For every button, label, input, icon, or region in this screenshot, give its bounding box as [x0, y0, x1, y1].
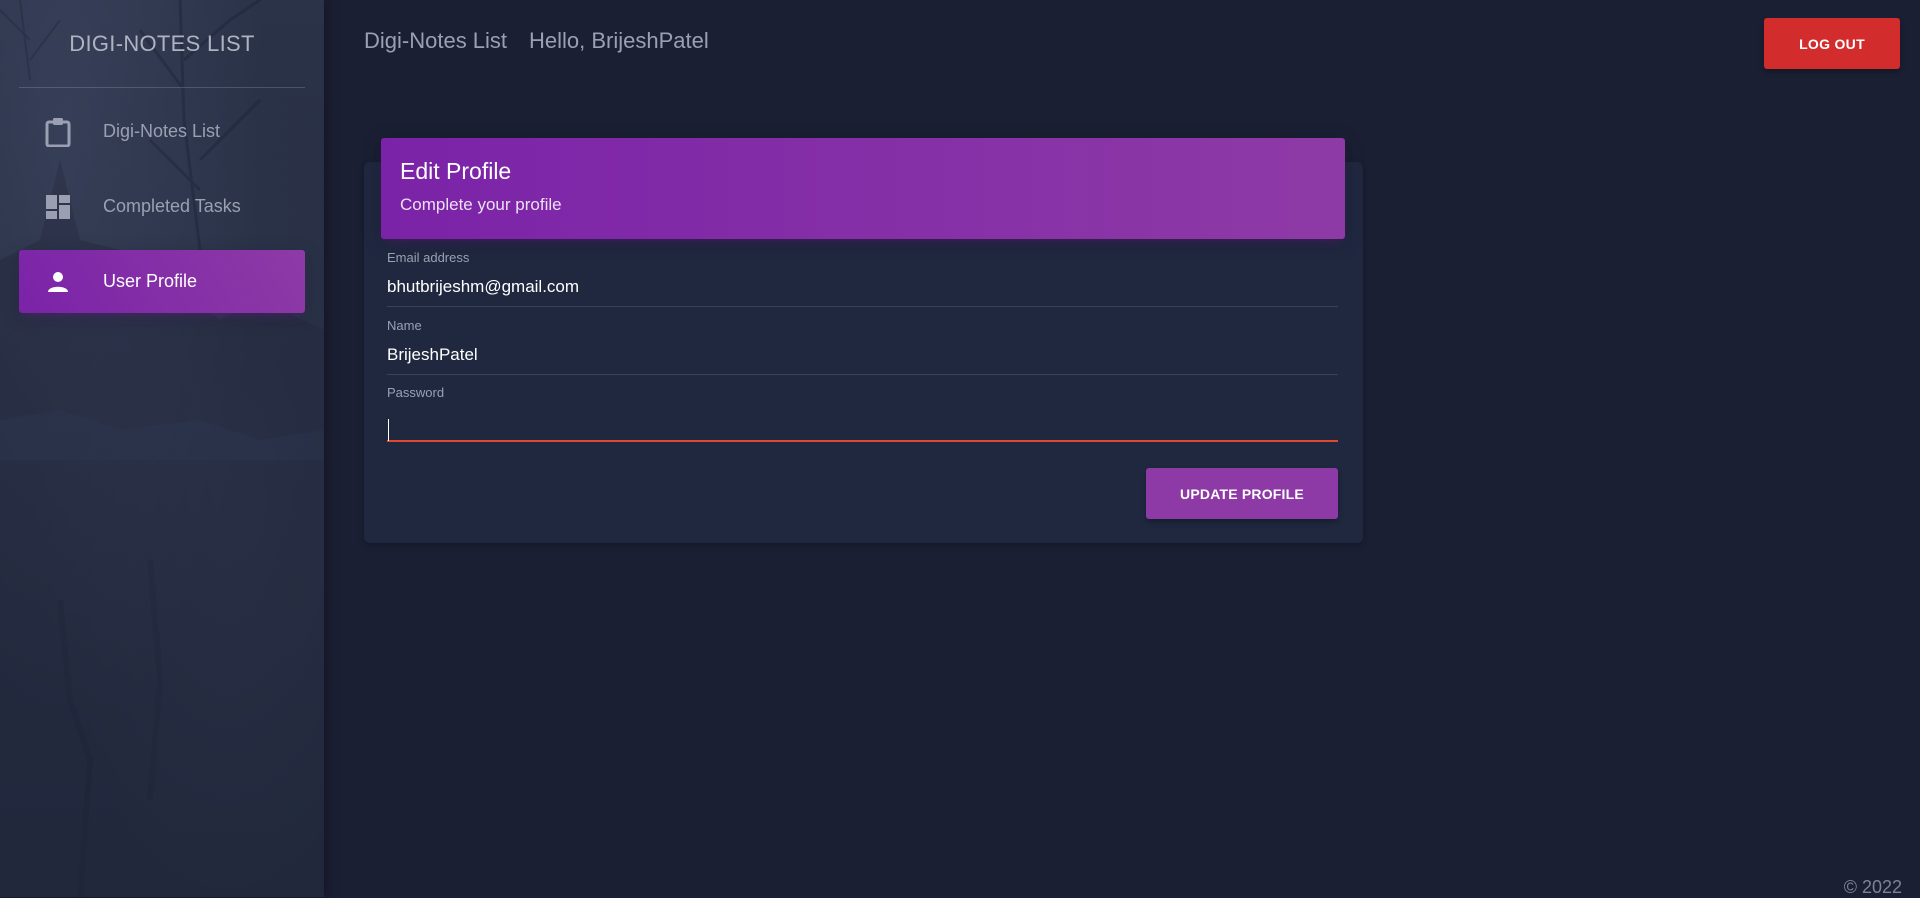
- name-field[interactable]: [387, 335, 1338, 375]
- text-caret: [388, 419, 389, 441]
- sidebar-item-completed-tasks[interactable]: Completed Tasks: [19, 175, 305, 238]
- sidebar-item-digi-notes-list[interactable]: Digi-Notes List: [19, 100, 305, 163]
- logout-button[interactable]: LOG OUT: [1764, 18, 1900, 69]
- sidebar-item-user-profile[interactable]: User Profile: [19, 250, 305, 313]
- navbar-brand[interactable]: Digi-Notes List: [364, 28, 507, 54]
- password-field[interactable]: [387, 402, 1338, 442]
- clipboard-icon: [43, 117, 73, 147]
- sidebar-item-label: User Profile: [103, 271, 198, 291]
- app-logo[interactable]: DIGI-NOTES LIST: [0, 0, 324, 87]
- email-label: Email address: [387, 250, 470, 265]
- sidebar-item-label: Completed Tasks: [103, 196, 241, 216]
- sidebar-item-label: Digi-Notes List: [103, 121, 221, 141]
- logo-divider: [19, 87, 305, 88]
- card-subtitle: Complete your profile: [400, 195, 562, 214]
- user-greeting: Hello, BrijeshPatel: [529, 28, 709, 53]
- sidebar: DIGI-NOTES LIST Digi-Notes List Complete…: [0, 0, 324, 897]
- card-header: Edit Profile Complete your profile: [381, 138, 1345, 239]
- update-profile-button[interactable]: UPDATE PROFILE: [1146, 468, 1338, 519]
- dashboard-icon: [43, 192, 73, 222]
- name-label: Name: [387, 318, 422, 333]
- password-field-group: Password: [387, 385, 1338, 442]
- copyright-footer: © 2022: [1843, 877, 1902, 897]
- person-icon: [43, 267, 73, 297]
- sidebar-nav: Digi-Notes List Completed Tasks User Pro…: [0, 100, 324, 313]
- top-navbar: Digi-Notes List Hello, BrijeshPatel LOG …: [324, 0, 1920, 87]
- edit-profile-card: Edit Profile Complete your profile Email…: [364, 138, 1363, 543]
- card-title: Edit Profile: [400, 158, 512, 184]
- name-field-group: Name: [387, 318, 1338, 375]
- email-field-group: Email address: [387, 250, 1338, 307]
- password-label: Password: [387, 385, 445, 400]
- email-field[interactable]: [387, 267, 1338, 307]
